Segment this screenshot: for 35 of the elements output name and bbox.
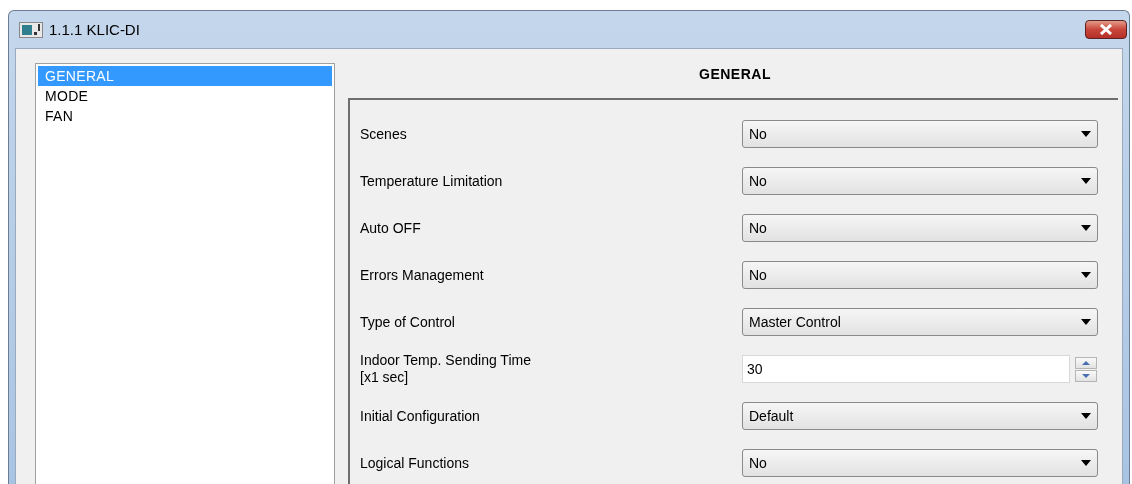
caret-icon	[1081, 413, 1091, 419]
section-heading: GENERAL	[699, 65, 771, 84]
close-button[interactable]	[1085, 20, 1127, 39]
setting-label: Errors Management	[360, 267, 484, 283]
setting-label: Type of Control	[360, 314, 455, 330]
number-field[interactable]: 30	[742, 355, 1070, 383]
unit-label: [x1 sec]	[360, 369, 409, 385]
dropdown[interactable]: No	[742, 167, 1098, 195]
section-item[interactable]: FAN	[38, 106, 332, 126]
setting-label: Auto OFF	[360, 220, 421, 236]
dropdown[interactable]: Master Control	[742, 308, 1098, 336]
dropdown[interactable]: No	[742, 449, 1098, 477]
setting-label: Initial Configuration	[360, 408, 480, 424]
caret-icon	[1081, 319, 1091, 325]
caret-icon	[1081, 272, 1091, 278]
setting-label: Temperature Limitation	[360, 173, 503, 189]
caret-icon	[1081, 225, 1091, 231]
increment-button[interactable]	[1075, 356, 1097, 369]
window-icon	[19, 21, 43, 38]
dropdown[interactable]: No	[742, 214, 1098, 242]
setting-label: Indoor Temp. Sending Time	[360, 352, 531, 368]
down-arrow-icon	[1082, 373, 1090, 378]
dropdown[interactable]: No	[742, 120, 1098, 148]
caret-icon	[1081, 131, 1091, 137]
close-icon	[1099, 24, 1113, 35]
decrement-button[interactable]	[1075, 369, 1097, 382]
section-item[interactable]: MODE	[38, 86, 332, 106]
window-title: 1.1.1 KLIC-DI	[49, 21, 141, 38]
dropdown[interactable]: No	[742, 261, 1098, 289]
setting-label: Scenes	[360, 126, 407, 142]
up-arrow-icon	[1082, 360, 1090, 365]
caret-icon	[1081, 460, 1091, 466]
caret-icon	[1081, 178, 1091, 184]
setting-label: Logical Functions	[360, 455, 469, 471]
dropdown[interactable]: Default	[742, 402, 1098, 430]
